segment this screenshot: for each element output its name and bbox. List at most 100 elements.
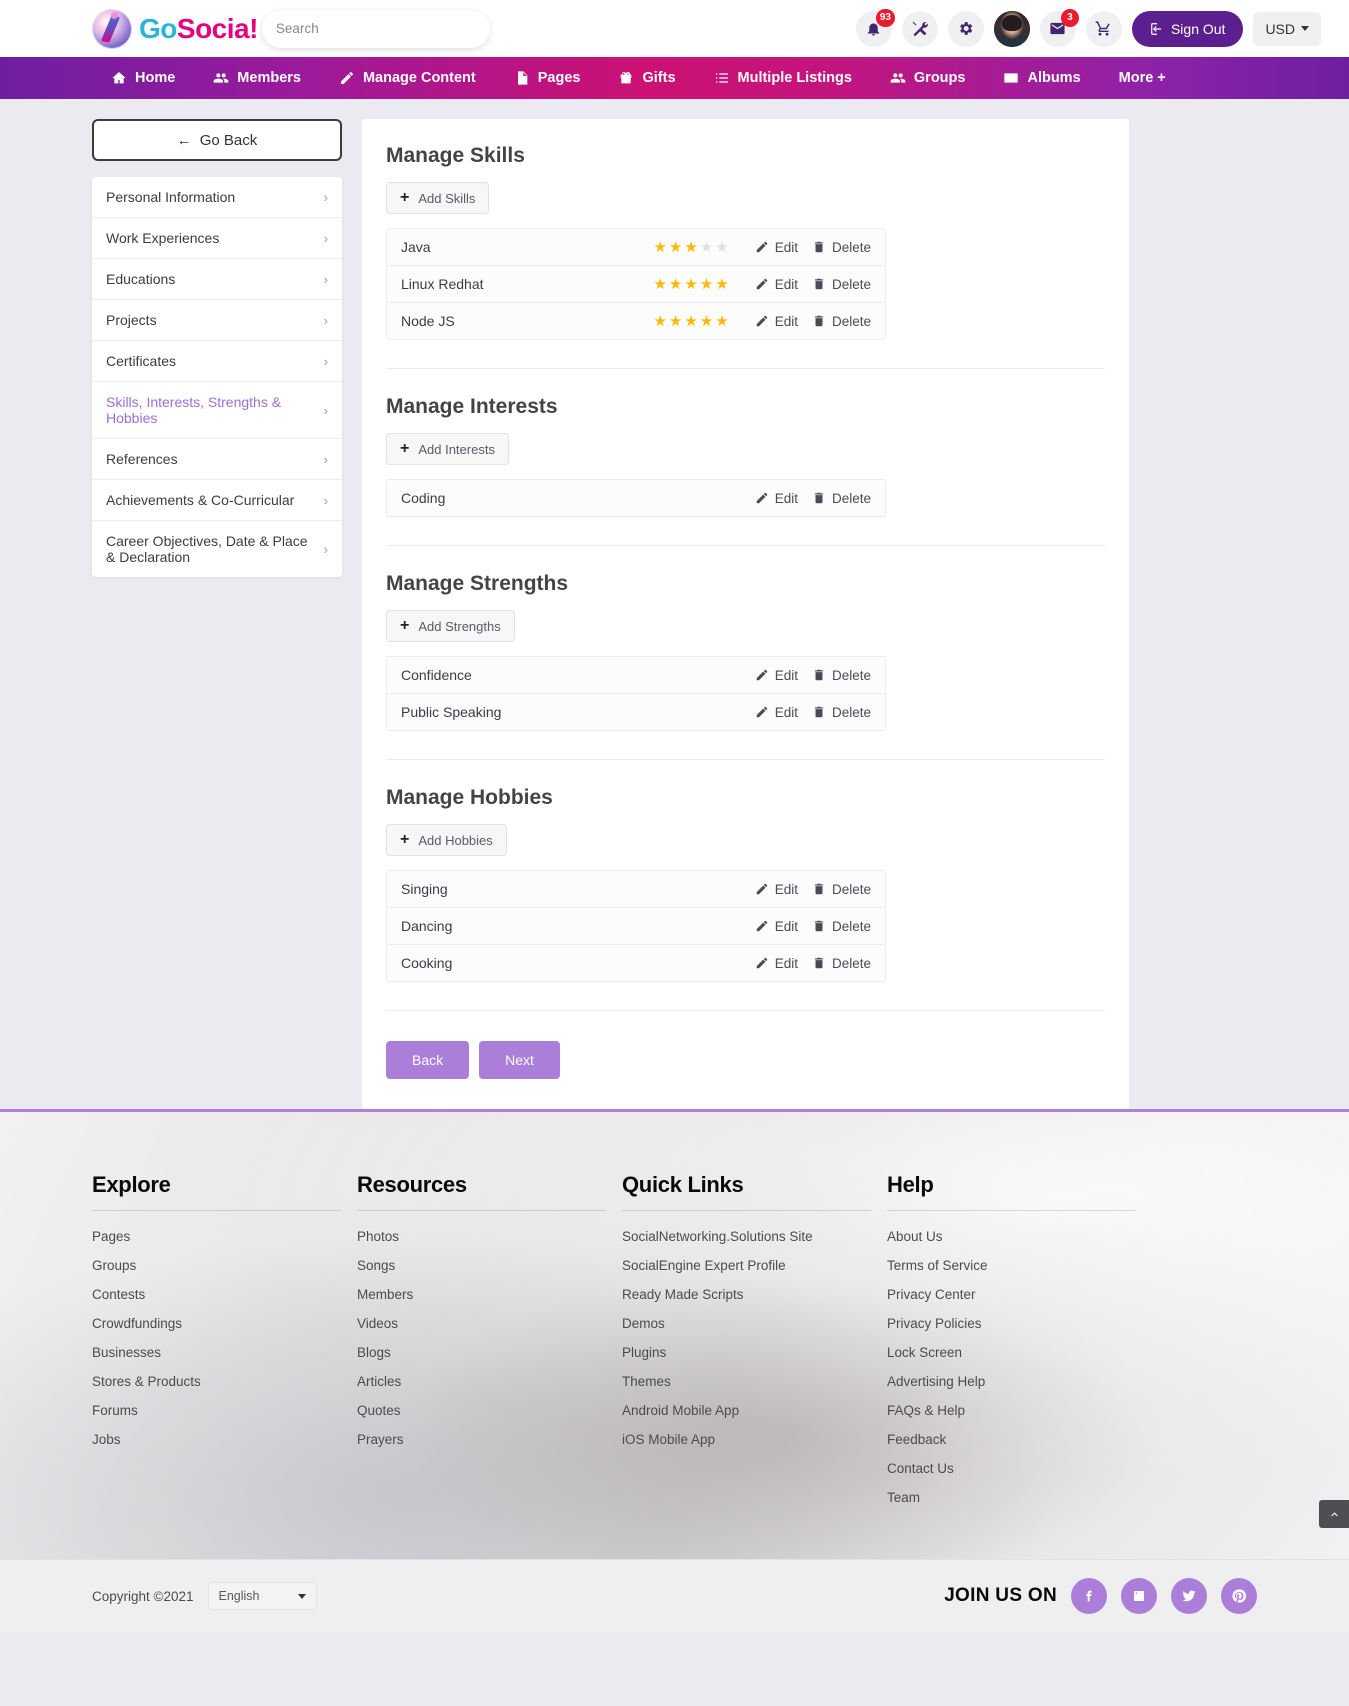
gosocial-logo-icon bbox=[92, 8, 132, 49]
next-button[interactable]: Next bbox=[479, 1041, 560, 1079]
gear-icon[interactable] bbox=[947, 10, 984, 47]
delete-button[interactable]: Delete bbox=[812, 919, 871, 934]
search-box[interactable] bbox=[261, 9, 490, 48]
search-input[interactable] bbox=[275, 21, 476, 36]
back-button[interactable]: Back bbox=[386, 1041, 470, 1079]
edit-button[interactable]: Edit bbox=[755, 956, 798, 971]
nav-item-more[interactable]: More + bbox=[1100, 57, 1185, 99]
delete-button[interactable]: Delete bbox=[812, 240, 871, 255]
footer-link[interactable]: FAQs & Help bbox=[887, 1403, 1152, 1418]
sidebar-item-career-objectives-date-place-declaration[interactable]: Career Objectives, Date & Place & Declar… bbox=[92, 521, 342, 577]
add-button-add-skills[interactable]: + Add Skills bbox=[386, 182, 490, 214]
facebook-icon[interactable] bbox=[1071, 1578, 1107, 1614]
currency-selector[interactable]: USD bbox=[1253, 11, 1321, 46]
footer-link[interactable]: SocialNetworking.Solutions Site bbox=[622, 1229, 887, 1244]
edit-button[interactable]: Edit bbox=[755, 240, 798, 255]
delete-button[interactable]: Delete bbox=[812, 491, 871, 506]
footer-link[interactable]: Blogs bbox=[357, 1345, 622, 1360]
footer-link[interactable]: SocialEngine Expert Profile bbox=[622, 1258, 887, 1273]
add-button-add-interests[interactable]: + Add Interests bbox=[386, 433, 509, 465]
delete-button[interactable]: Delete bbox=[812, 956, 871, 971]
delete-button[interactable]: Delete bbox=[812, 314, 871, 329]
delete-button[interactable]: Delete bbox=[812, 277, 871, 292]
sidebar-item-work-experiences[interactable]: Work Experiences › bbox=[92, 218, 342, 259]
footer-link[interactable]: Jobs bbox=[92, 1432, 357, 1447]
edit-button[interactable]: Edit bbox=[755, 668, 798, 683]
add-button-add-strengths[interactable]: + Add Strengths bbox=[386, 610, 515, 642]
footer-link[interactable]: Demos bbox=[622, 1316, 887, 1331]
brand-logo-group[interactable]: GoSocia! bbox=[92, 8, 258, 49]
avatar[interactable] bbox=[993, 10, 1030, 47]
nav-item-pages[interactable]: Pages bbox=[495, 57, 600, 99]
edit-button[interactable]: Edit bbox=[755, 705, 798, 720]
nav-item-groups[interactable]: Groups bbox=[871, 57, 985, 99]
footer-link[interactable]: Members bbox=[357, 1287, 622, 1302]
footer-link[interactable]: Contact Us bbox=[887, 1461, 1152, 1476]
messages-button[interactable]: 3 bbox=[1039, 8, 1079, 47]
footer-link[interactable]: Prayers bbox=[357, 1432, 622, 1447]
footer-link[interactable]: Privacy Policies bbox=[887, 1316, 1152, 1331]
footer-link[interactable]: Feedback bbox=[887, 1432, 1152, 1447]
sidebar-item-achievements-co-curricular[interactable]: Achievements & Co-Curricular › bbox=[92, 480, 342, 521]
scroll-to-top-button[interactable] bbox=[1319, 1500, 1349, 1528]
sidebar-item-educations[interactable]: Educations › bbox=[92, 259, 342, 300]
rating-stars[interactable]: ★ ★ ★ ★ ★ bbox=[653, 314, 728, 329]
footer-link[interactable]: Contests bbox=[92, 1287, 357, 1302]
sidebar-item-skills-interests-strengths-hobbies[interactable]: Skills, Interests, Strengths & Hobbies › bbox=[92, 382, 342, 439]
delete-label: Delete bbox=[831, 276, 871, 292]
edit-button[interactable]: Edit bbox=[755, 919, 798, 934]
nav-item-home[interactable]: Home bbox=[92, 57, 194, 99]
edit-button[interactable]: Edit bbox=[755, 882, 798, 897]
delete-button[interactable]: Delete bbox=[812, 882, 871, 897]
linkedin-icon[interactable] bbox=[1121, 1578, 1157, 1614]
rating-stars[interactable]: ★ ★ ★ ★ ★ bbox=[653, 240, 728, 255]
footer-link[interactable]: Plugins bbox=[622, 1345, 887, 1360]
footer-link[interactable]: Articles bbox=[357, 1374, 622, 1389]
sidebar-item-references[interactable]: References › bbox=[92, 439, 342, 480]
footer-link[interactable]: Android Mobile App bbox=[622, 1403, 887, 1418]
sidebar-item-personal-information[interactable]: Personal Information › bbox=[92, 177, 342, 218]
footer-link[interactable]: Privacy Center bbox=[887, 1287, 1152, 1302]
language-selector[interactable]: English bbox=[207, 1582, 317, 1610]
nav-item-manage-content[interactable]: Manage Content bbox=[320, 57, 495, 99]
brand-wordmark: GoSocia! bbox=[139, 13, 258, 45]
footer-link[interactable]: Songs bbox=[357, 1258, 622, 1273]
delete-button[interactable]: Delete bbox=[812, 705, 871, 720]
footer-link[interactable]: Ready Made Scripts bbox=[622, 1287, 887, 1302]
footer-link[interactable]: Team bbox=[887, 1490, 1152, 1505]
cart-icon[interactable] bbox=[1085, 10, 1122, 47]
go-back-button[interactable]: ← Go Back bbox=[92, 119, 342, 161]
nav-item-multiple-listings[interactable]: Multiple Listings bbox=[695, 57, 871, 99]
rating-stars[interactable]: ★ ★ ★ ★ ★ bbox=[653, 277, 728, 292]
twitter-icon[interactable] bbox=[1171, 1578, 1207, 1614]
footer-link[interactable]: About Us bbox=[887, 1229, 1152, 1244]
sidebar-item-projects[interactable]: Projects › bbox=[92, 300, 342, 341]
edit-button[interactable]: Edit bbox=[755, 277, 798, 292]
footer-link[interactable]: Groups bbox=[92, 1258, 357, 1273]
edit-button[interactable]: Edit bbox=[755, 491, 798, 506]
footer-link[interactable]: Photos bbox=[357, 1229, 622, 1244]
footer-link[interactable]: Terms of Service bbox=[887, 1258, 1152, 1273]
notifications-button[interactable]: 93 bbox=[855, 8, 895, 47]
footer-link[interactable]: Crowdfundings bbox=[92, 1316, 357, 1331]
footer-link[interactable]: Advertising Help bbox=[887, 1374, 1152, 1389]
tools-icon[interactable] bbox=[901, 10, 938, 47]
pinterest-icon[interactable] bbox=[1221, 1578, 1257, 1614]
footer-link[interactable]: Lock Screen bbox=[887, 1345, 1152, 1360]
edit-button[interactable]: Edit bbox=[755, 314, 798, 329]
sidebar-item-certificates[interactable]: Certificates › bbox=[92, 341, 342, 382]
footer-link[interactable]: Quotes bbox=[357, 1403, 622, 1418]
footer-link[interactable]: Themes bbox=[622, 1374, 887, 1389]
nav-item-albums[interactable]: Albums bbox=[984, 57, 1099, 99]
add-button-add-hobbies[interactable]: + Add Hobbies bbox=[386, 824, 507, 856]
footer-link[interactable]: Forums bbox=[92, 1403, 357, 1418]
nav-item-gifts[interactable]: Gifts bbox=[599, 57, 694, 99]
footer-link[interactable]: iOS Mobile App bbox=[622, 1432, 887, 1447]
footer-link[interactable]: Videos bbox=[357, 1316, 622, 1331]
nav-item-members[interactable]: Members bbox=[194, 57, 320, 99]
footer-link[interactable]: Pages bbox=[92, 1229, 357, 1244]
sign-out-button[interactable]: Sign Out bbox=[1131, 10, 1244, 47]
footer-link[interactable]: Businesses bbox=[92, 1345, 357, 1360]
footer-link[interactable]: Stores & Products bbox=[92, 1374, 357, 1389]
delete-button[interactable]: Delete bbox=[812, 668, 871, 683]
